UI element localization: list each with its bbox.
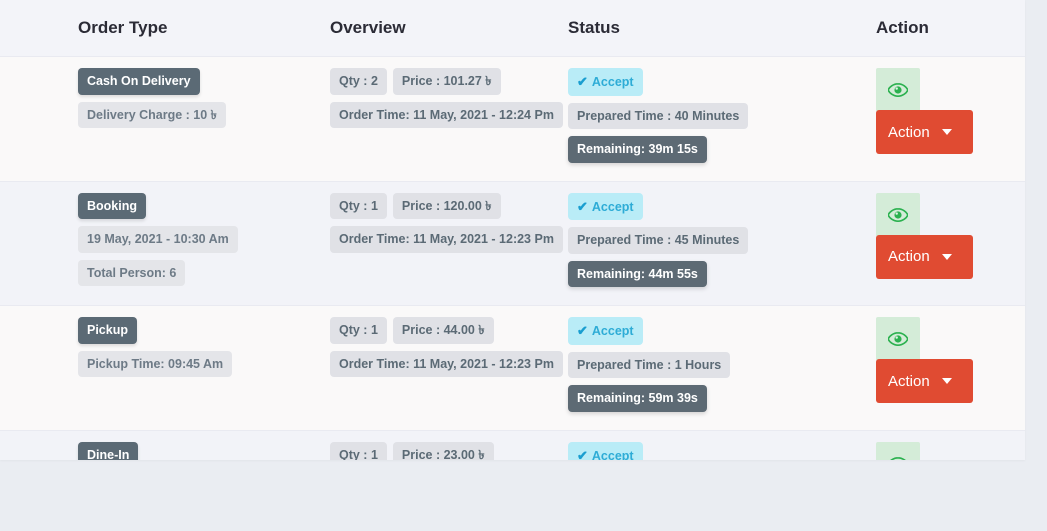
orders-table: Order Type Overview Status Action Cash O…: [0, 0, 1025, 460]
overview-order-time-badge: Order Time: 11 May, 2021 - 12:24 Pm: [330, 102, 563, 129]
check-icon: ✔: [577, 448, 588, 461]
cell-order-type: Cash On Delivery Delivery Charge : 10 ৳: [78, 57, 330, 182]
overview-qty-badge: Qty : 1: [330, 193, 387, 220]
status-accept-label: Accept: [592, 449, 634, 461]
table-header: Order Type Overview Status Action: [0, 0, 1025, 57]
column-header-action: Action: [876, 0, 1025, 57]
status-remaining-badge: Remaining: 59m 39s: [568, 385, 707, 412]
view-order-button[interactable]: [876, 193, 920, 237]
cell-action: Action: [876, 306, 1025, 431]
table-row: Dine-InTable : 1Total Person : 4Qty : 1 P…: [0, 430, 1025, 460]
check-icon: ✔: [577, 323, 588, 338]
overview-price-badge: Price : 101.27 ৳: [393, 68, 501, 95]
check-icon: ✔: [577, 74, 588, 89]
status-accept-label: Accept: [592, 200, 634, 214]
order-type-detail-badge: Pickup Time: 09:45 Am: [78, 351, 232, 378]
row-spacer-cell: [0, 57, 78, 182]
overview-order-time-badge: Order Time: 11 May, 2021 - 12:23 Pm: [330, 351, 563, 378]
cell-action: Action: [876, 181, 1025, 306]
status-accept-badge[interactable]: ✔ Accept: [568, 68, 643, 96]
chevron-down-icon: [942, 254, 952, 260]
overview-qty-badge: Qty : 1: [330, 442, 387, 461]
cell-order-type: Pickup Pickup Time: 09:45 Am: [78, 306, 330, 431]
cell-overview: Qty : 1Price : 23.00 ৳Order Time: 11 May…: [330, 430, 568, 460]
chevron-down-icon: [942, 129, 952, 135]
overview-qty-badge: Qty : 1: [330, 317, 387, 344]
status-prepared-time-badge: Prepared Time : 1 Hours: [568, 352, 730, 379]
orders-card: Order Type Overview Status Action Cash O…: [0, 0, 1025, 460]
action-dropdown-label: Action: [888, 373, 930, 390]
chevron-down-icon: [942, 378, 952, 384]
status-accept-badge[interactable]: ✔ Accept: [568, 317, 643, 345]
page-root: Order Type Overview Status Action Cash O…: [0, 0, 1047, 531]
action-dropdown-label: Action: [888, 248, 930, 265]
overview-order-time-badge: Order Time: 11 May, 2021 - 12:23 Pm: [330, 226, 563, 253]
column-header-blank: [0, 0, 78, 57]
order-type-badge: Booking: [78, 193, 146, 220]
eye-icon: [888, 457, 908, 461]
order-type-detail-badge: Total Person: 6: [78, 260, 185, 287]
order-type-badge: Dine-In: [78, 442, 138, 461]
status-prepared-time-badge: Prepared Time : 40 Minutes: [568, 103, 748, 130]
order-type-detail-badge: 19 May, 2021 - 10:30 Am: [78, 226, 238, 253]
action-button-group: Action: [876, 68, 976, 154]
view-order-button[interactable]: [876, 68, 920, 112]
status-accept-badge[interactable]: ✔ Accept: [568, 442, 643, 461]
order-type-detail-badge: Delivery Charge : 10 ৳: [78, 102, 226, 129]
cell-overview: Qty : 2Price : 101.27 ৳ Order Time: 11 Ma…: [330, 57, 568, 182]
view-order-button[interactable]: [876, 442, 920, 461]
table-body: Cash On Delivery Delivery Charge : 10 ৳ Qt…: [0, 57, 1025, 461]
action-button-group: Action: [876, 193, 976, 279]
cell-order-type: Dine-InTable : 1Total Person : 4: [78, 430, 330, 460]
action-dropdown-button[interactable]: Action: [876, 235, 973, 279]
action-button-group: Action: [876, 442, 976, 461]
row-spacer-cell: [0, 306, 78, 431]
column-header-status: Status: [568, 0, 876, 57]
table-row: Booking 19 May, 2021 - 10:30 Am Total Pers…: [0, 181, 1025, 306]
action-button-group: Action: [876, 317, 976, 403]
view-order-button[interactable]: [876, 317, 920, 361]
cell-status: ✔ Accept Prepared Time : 45 Minutes Remaini…: [568, 181, 876, 306]
overview-qty-badge: Qty : 2: [330, 68, 387, 95]
cell-status: ✔ Accept Prepared Time : 1 Hours Remaining:…: [568, 306, 876, 431]
cell-overview: Qty : 1Price : 120.00 ৳ Order Time: 11 Ma…: [330, 181, 568, 306]
overview-price-badge: Price : 120.00 ৳: [393, 193, 501, 220]
cell-order-type: Booking 19 May, 2021 - 10:30 Am Total Pers…: [78, 181, 330, 306]
status-accept-label: Accept: [592, 75, 634, 89]
action-dropdown-label: Action: [888, 124, 930, 141]
cell-overview: Qty : 1Price : 44.00 ৳ Order Time: 11 May…: [330, 306, 568, 431]
overview-price-badge: Price : 23.00 ৳: [393, 442, 494, 461]
status-remaining-badge: Remaining: 39m 15s: [568, 136, 707, 163]
table-row: Cash On Delivery Delivery Charge : 10 ৳ Qt…: [0, 57, 1025, 182]
cell-action: Action: [876, 57, 1025, 182]
status-accept-badge[interactable]: ✔ Accept: [568, 193, 643, 221]
column-header-order-type: Order Type: [78, 0, 330, 57]
row-spacer-cell: [0, 181, 78, 306]
action-dropdown-button[interactable]: Action: [876, 110, 973, 154]
column-header-overview: Overview: [330, 0, 568, 57]
cell-status: ✔ Accept Prepared Time : 40 Minutes Remaini…: [568, 57, 876, 182]
eye-icon: [888, 208, 908, 222]
overview-price-badge: Price : 44.00 ৳: [393, 317, 494, 344]
table-row: Pickup Pickup Time: 09:45 Am Qty : 1Price …: [0, 306, 1025, 431]
status-accept-label: Accept: [592, 324, 634, 338]
status-remaining-badge: Remaining: 44m 55s: [568, 261, 707, 288]
check-icon: ✔: [577, 199, 588, 214]
row-spacer-cell: [0, 430, 78, 460]
order-type-badge: Pickup: [78, 317, 137, 344]
action-dropdown-button[interactable]: Action: [876, 359, 973, 403]
cell-action: Action: [876, 430, 1025, 460]
order-type-badge: Cash On Delivery: [78, 68, 200, 95]
cell-status: ✔AcceptPrepared Time : 80 MinutesRemaini…: [568, 430, 876, 460]
eye-icon: [888, 83, 908, 97]
eye-icon: [888, 332, 908, 346]
table-header-row: Order Type Overview Status Action: [0, 0, 1025, 57]
status-prepared-time-badge: Prepared Time : 45 Minutes: [568, 227, 748, 254]
